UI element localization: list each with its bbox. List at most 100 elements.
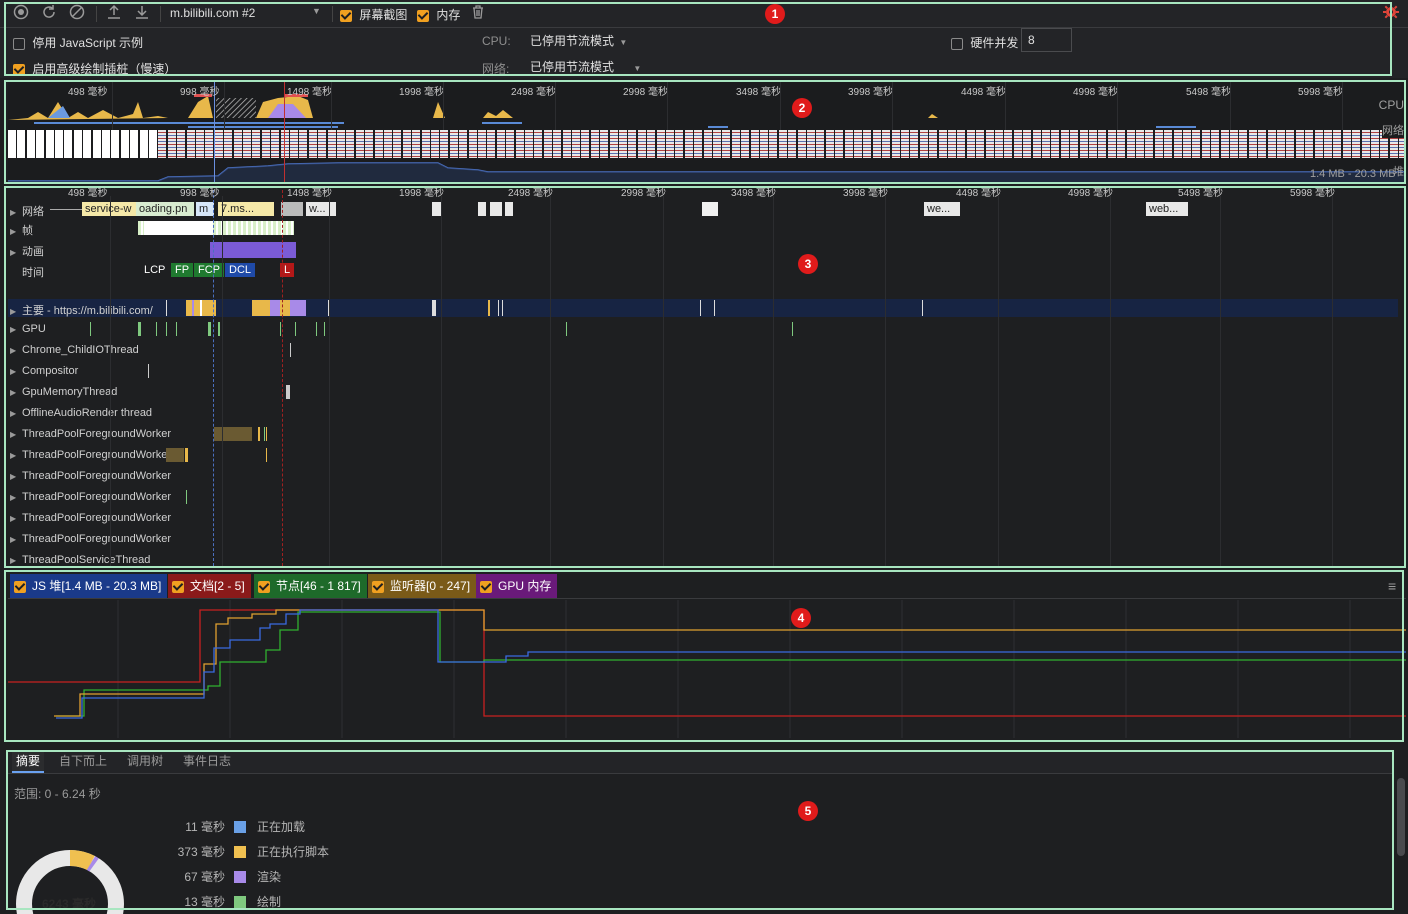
screenshot-thumbnail[interactable] (628, 130, 637, 158)
screenshot-thumbnail[interactable] (976, 130, 985, 158)
screenshot-thumbnail[interactable] (1173, 130, 1182, 158)
screenshot-thumbnail[interactable] (731, 130, 740, 158)
screenshot-thumbnail[interactable] (1117, 130, 1126, 158)
screenshot-thumbnail[interactable] (299, 130, 308, 158)
screenshots-checkbox[interactable]: 屏幕截图 (340, 6, 407, 22)
screenshot-thumbnail[interactable] (1042, 130, 1050, 158)
screenshot-thumbnail[interactable] (8, 130, 16, 158)
screenshot-thumbnail[interactable] (553, 130, 562, 158)
screenshot-thumbnail[interactable] (760, 130, 768, 158)
screenshot-thumbnail[interactable] (919, 130, 928, 158)
screenshot-thumbnail[interactable] (1164, 130, 1173, 158)
screenshot-thumbnail[interactable] (1230, 130, 1238, 158)
timing-dcl[interactable]: DCL (225, 263, 256, 277)
screenshot-thumbnail[interactable] (158, 130, 167, 158)
screenshot-thumbnail[interactable] (318, 130, 327, 158)
screenshot-thumbnail[interactable] (449, 130, 458, 158)
network-request[interactable]: web... (1146, 202, 1188, 216)
screenshot-thumbnail[interactable] (966, 130, 975, 158)
screenshot-thumbnail[interactable] (17, 130, 26, 158)
screenshot-thumbnail[interactable] (666, 130, 674, 158)
screenshot-thumbnail[interactable] (995, 130, 1003, 158)
screenshot-thumbnail[interactable] (1192, 130, 1201, 158)
frame-block[interactable] (144, 221, 212, 235)
memory-legend-item[interactable]: 监听器[0 - 247] (368, 574, 477, 598)
screenshot-thumbnail[interactable] (487, 130, 496, 158)
screenshot-thumbnail[interactable] (600, 130, 609, 158)
screenshot-thumbnail[interactable] (205, 130, 214, 158)
screenshot-thumbnail[interactable] (769, 130, 778, 158)
screenshot-thumbnail[interactable] (750, 130, 759, 158)
screenshot-thumbnail[interactable] (506, 130, 515, 158)
hw-concurrency-checkbox[interactable]: 硬件并发 (951, 34, 1018, 50)
screenshot-thumbnail[interactable] (807, 130, 815, 158)
screenshot-thumbnail[interactable] (1145, 130, 1154, 158)
screenshot-thumbnail[interactable] (252, 130, 261, 158)
screenshot-thumbnail[interactable] (139, 130, 148, 158)
screenshot-thumbnail[interactable] (525, 130, 533, 158)
screenshot-thumbnail[interactable] (55, 130, 63, 158)
screenshot-thumbnail[interactable] (83, 130, 92, 158)
screenshot-thumbnail[interactable] (854, 130, 862, 158)
screenshot-thumbnail[interactable] (572, 130, 580, 158)
hw-concurrency-input[interactable]: 8 (1021, 28, 1072, 52)
screenshot-thumbnail[interactable] (412, 130, 421, 158)
screenshot-thumbnail[interactable] (1211, 130, 1220, 158)
screenshot-thumbnail[interactable] (1107, 130, 1116, 158)
screenshot-thumbnail[interactable] (825, 130, 834, 158)
screenshot-thumbnail[interactable] (149, 130, 157, 158)
screenshot-thumbnail[interactable] (365, 130, 374, 158)
network-request[interactable]: service-w (82, 202, 136, 216)
settings-button[interactable] (1382, 4, 1400, 22)
screenshot-thumbnail[interactable] (496, 130, 505, 158)
screenshot-thumbnail[interactable] (111, 130, 120, 158)
network-request[interactable] (702, 202, 718, 216)
screenshot-thumbnail[interactable] (543, 130, 552, 158)
screenshot-thumbnail[interactable] (891, 130, 900, 158)
garbage-collect-button[interactable] (469, 4, 487, 22)
screenshot-thumbnail[interactable] (788, 130, 797, 158)
screenshot-thumbnail[interactable] (421, 130, 430, 158)
screenshot-thumbnail[interactable] (1136, 130, 1144, 158)
screenshot-thumbnail[interactable] (741, 130, 750, 158)
memory-legend-item[interactable]: 文档[2 - 5] (168, 574, 251, 598)
screenshot-thumbnail[interactable] (703, 130, 712, 158)
screenshot-thumbnail[interactable] (1352, 130, 1361, 158)
save-profile-button[interactable] (133, 4, 151, 22)
details-tab[interactable]: 事件日志 (179, 751, 235, 771)
screenshot-thumbnail[interactable] (1201, 130, 1210, 158)
screenshot-thumbnail[interactable] (261, 130, 270, 158)
screenshot-thumbnail[interactable] (271, 130, 280, 158)
screenshot-thumbnail[interactable] (177, 130, 186, 158)
advanced-paint-checkbox[interactable]: 启用高级绘制插桩（慢速） (13, 60, 176, 76)
network-request[interactable] (505, 202, 513, 216)
screenshot-thumbnail[interactable] (910, 130, 919, 158)
screenshot-thumbnail[interactable] (938, 130, 947, 158)
screenshot-thumbnail[interactable] (186, 130, 195, 158)
menu-icon[interactable]: ≡ (1388, 578, 1396, 594)
screenshot-thumbnail[interactable] (1258, 130, 1267, 158)
screenshot-thumbnail[interactable] (863, 130, 872, 158)
clear-button[interactable] (68, 4, 86, 22)
screenshot-thumbnail[interactable] (1286, 130, 1295, 158)
screenshot-thumbnail[interactable] (167, 130, 176, 158)
track-animation[interactable]: ▶ 动画 (10, 243, 44, 259)
screenshot-thumbnail[interactable] (948, 130, 956, 158)
screenshot-thumbnail[interactable] (130, 130, 139, 158)
screenshot-thumbnail[interactable] (1089, 130, 1097, 158)
screenshot-thumbnail[interactable] (393, 130, 402, 158)
screenshot-thumbnail[interactable] (120, 130, 129, 158)
screenshot-thumbnail[interactable] (534, 130, 543, 158)
screenshot-thumbnail[interactable] (882, 130, 891, 158)
memory-legend-item[interactable]: 节点[46 - 1 817] (254, 574, 367, 598)
memory-legend-item[interactable]: GPU 内存 (476, 574, 558, 598)
screenshot-thumbnail[interactable] (1342, 130, 1351, 158)
screenshot-thumbnail[interactable] (1239, 130, 1248, 158)
screenshot-thumbnail[interactable] (478, 130, 486, 158)
screenshots-filmstrip[interactable] (8, 130, 1406, 160)
screenshot-thumbnail[interactable] (816, 130, 825, 158)
target-select[interactable]: m.bilibili.com #2 ▼ (166, 4, 326, 22)
screenshot-thumbnail[interactable] (1305, 130, 1314, 158)
screenshot-thumbnail[interactable] (609, 130, 618, 158)
screenshot-thumbnail[interactable] (1060, 130, 1069, 158)
